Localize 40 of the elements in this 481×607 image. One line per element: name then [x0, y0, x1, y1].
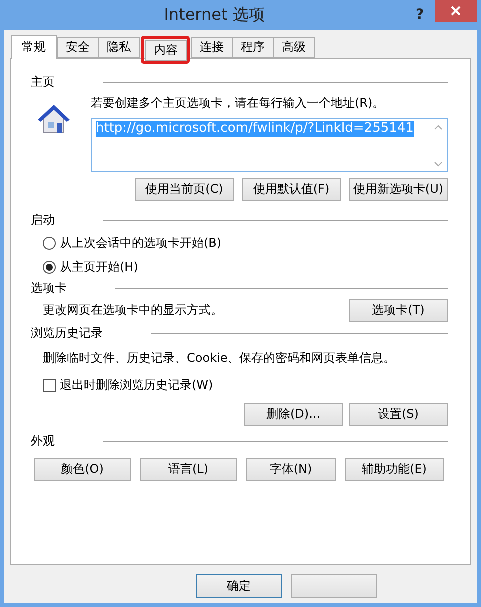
tabs-button[interactable]: 选项卡(T) — [349, 299, 448, 322]
section-heading: 主页 — [31, 74, 55, 90]
tab[interactable]: 内容 — [145, 40, 187, 61]
tab[interactable]: 安全 — [57, 37, 99, 58]
appearance-button[interactable]: 颜色(O) — [34, 458, 131, 481]
help-button[interactable]: ? — [405, 7, 435, 23]
appearance-button[interactable]: 语言(L) — [140, 458, 237, 481]
checkbox[interactable] — [43, 378, 56, 392]
house-icon — [37, 103, 71, 135]
radio-label: 从主页开始(H) — [60, 258, 138, 276]
instruction-text: 若要创建多个主页选项卡，请在每行输入一个地址(R)。 — [91, 95, 386, 112]
url-text: http://go.microsoft.com/fwlink/p/?LinkId=255141 — [96, 121, 414, 137]
ok-button[interactable]: 确定 — [196, 574, 282, 598]
history-button[interactable]: 设置(S) — [349, 403, 448, 426]
section-heading: 浏览历史记录 — [31, 324, 103, 342]
tab[interactable]: 连接 — [191, 37, 233, 58]
radio-button[interactable] — [43, 260, 56, 274]
appearance-button[interactable]: 字体(N) — [246, 458, 336, 481]
section-heading: 选项卡 — [31, 280, 67, 296]
radio-button[interactable] — [43, 236, 56, 250]
section-heading: 启动 — [31, 212, 55, 228]
radio-label: 从上次会话中的选项卡开始(B) — [60, 234, 222, 252]
scroll-up-icon[interactable] — [434, 125, 443, 130]
tab[interactable]: 隐私 — [98, 37, 140, 58]
description-text: 更改网页在选项卡中的显示方式。 — [43, 302, 223, 319]
checkbox-label: 退出时删除浏览历史记录(W) — [60, 376, 214, 394]
home-page-button[interactable]: 使用新选项卡(U) — [349, 178, 448, 201]
description-text: 删除临时文件、历史记录、Cookie、保存的密码和网页表单信息。 — [43, 350, 397, 367]
tab[interactable]: 高级 — [273, 37, 315, 58]
scroll-down-icon[interactable] — [434, 162, 443, 167]
tab[interactable]: 程序 — [232, 37, 274, 58]
history-button[interactable]: 删除(D)... — [244, 403, 343, 426]
close-icon — [451, 6, 461, 16]
window-title: Internet 选项 — [163, 4, 266, 26]
close-button[interactable] — [435, 0, 477, 22]
appearance-button[interactable]: 辅助功能(E) — [345, 458, 444, 481]
home-page-button[interactable]: 使用当前页(C) — [135, 178, 234, 201]
home-page-button[interactable]: 使用默认值(F) — [242, 178, 341, 201]
tab[interactable]: 常规 — [11, 35, 57, 59]
section-heading: 外观 — [31, 432, 55, 450]
